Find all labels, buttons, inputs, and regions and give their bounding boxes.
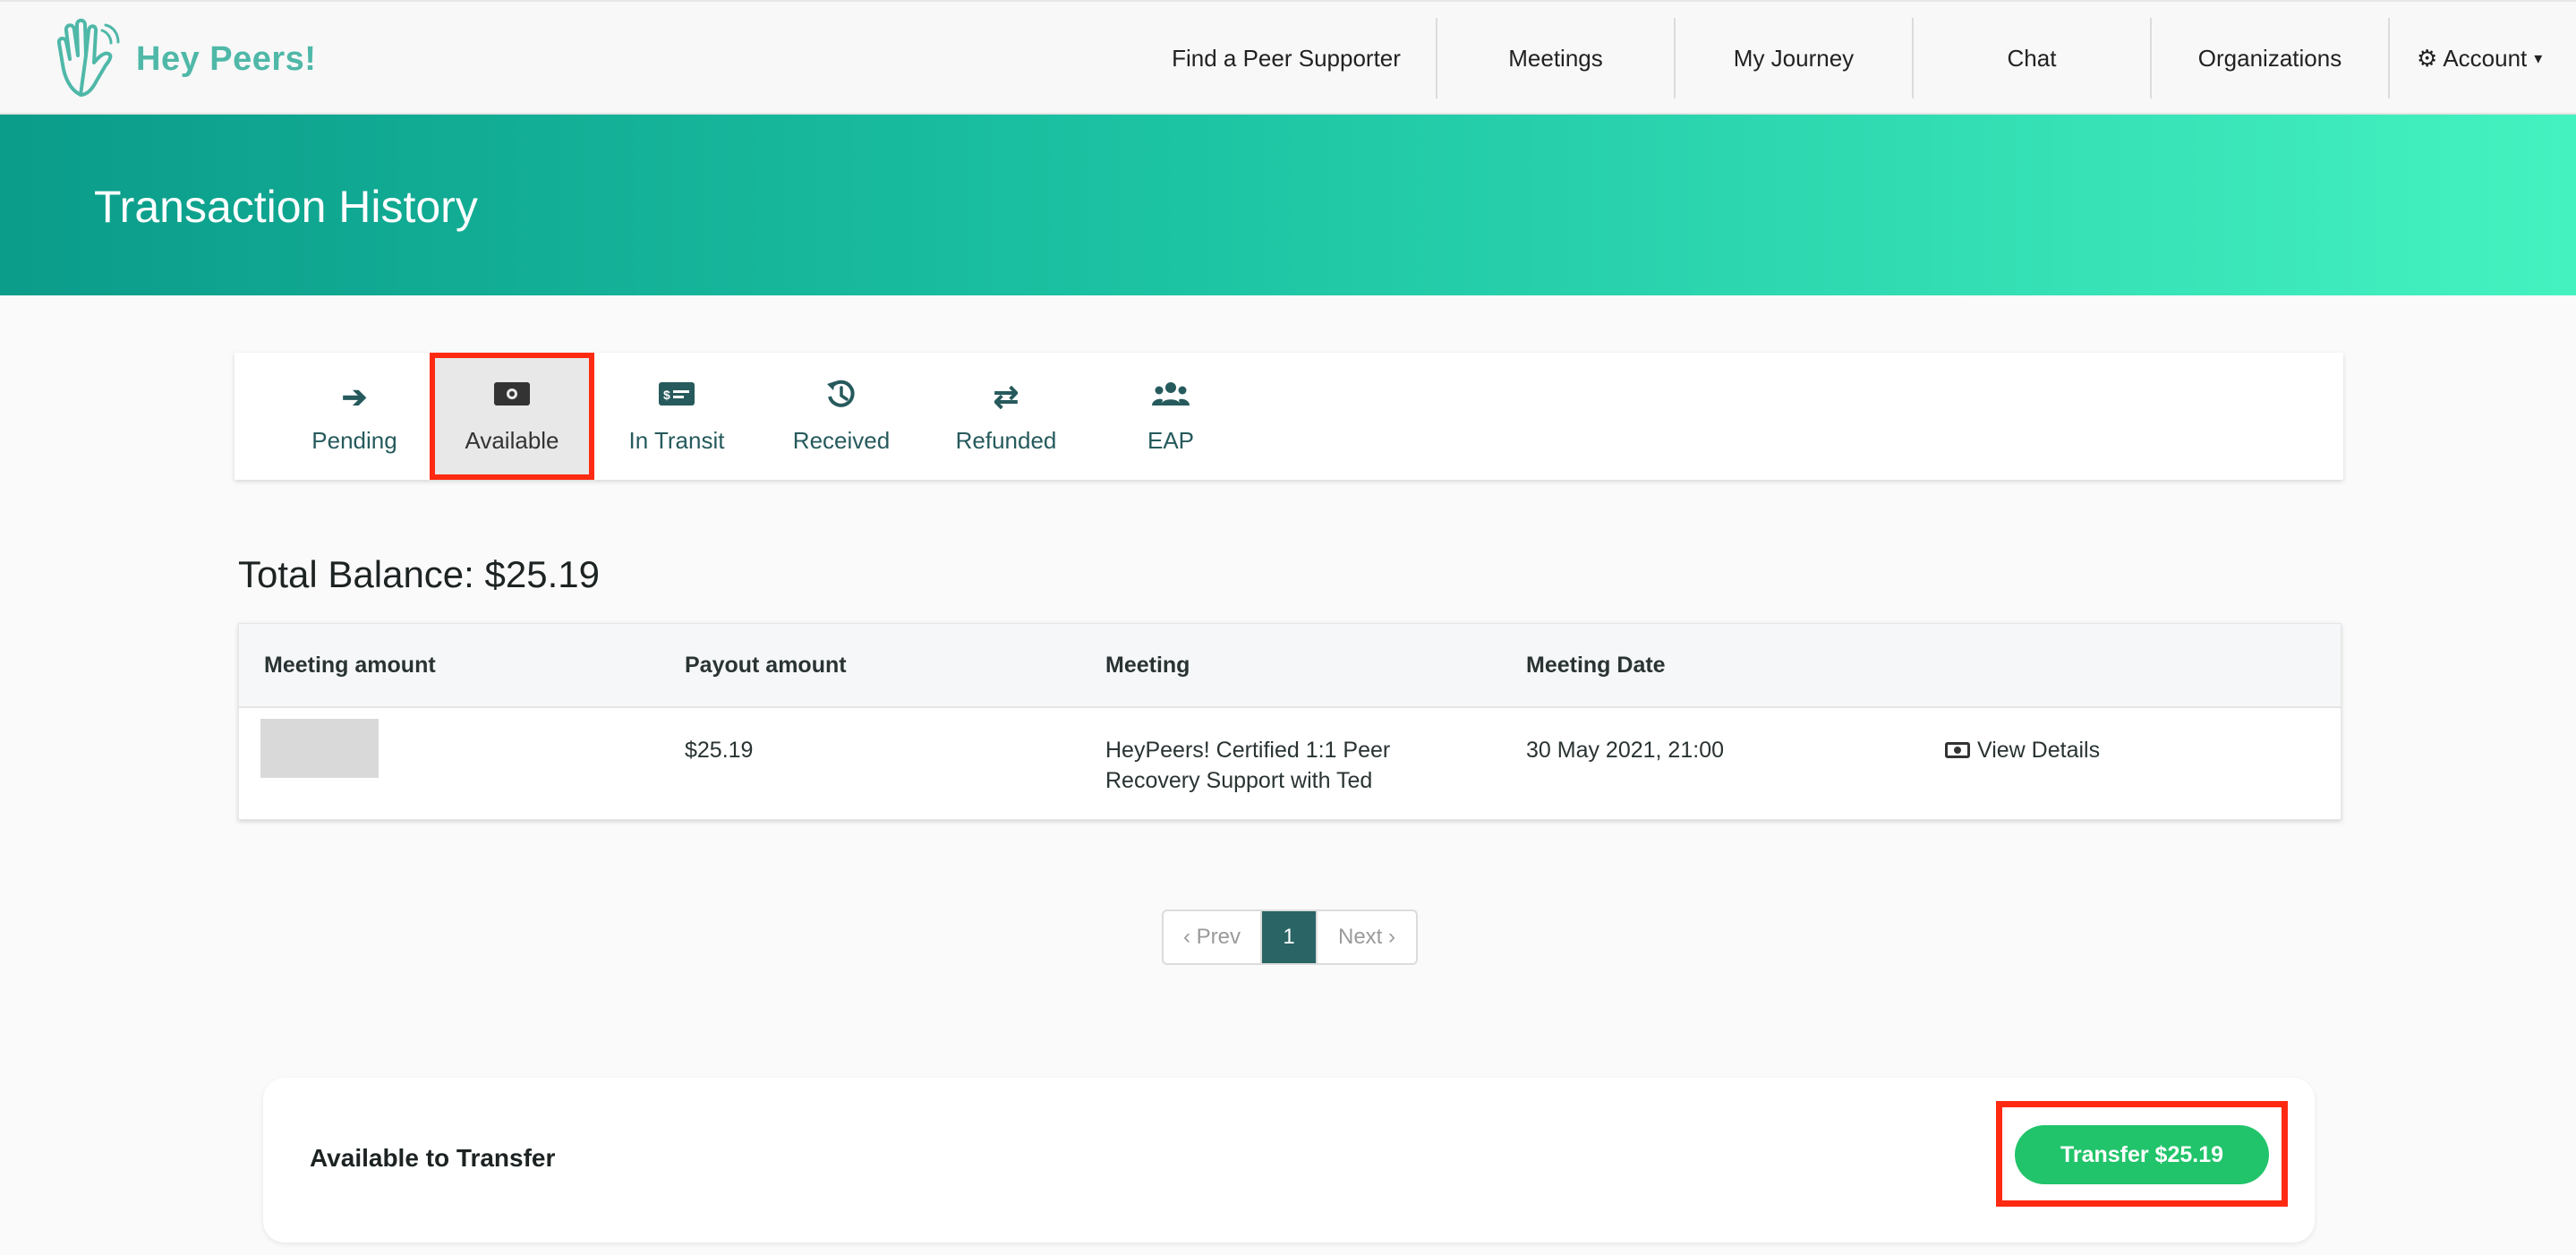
view-details-link[interactable]: View Details (1945, 735, 2100, 765)
nav-account-dropdown[interactable]: ⚙ Account ▾ (2390, 18, 2560, 98)
money-check-icon: $ (657, 379, 696, 416)
users-icon (1151, 379, 1190, 416)
meeting-cell-line1: HeyPeers! Certified 1:1 Peer (1105, 738, 1391, 763)
current-page-button[interactable]: 1 (1262, 911, 1316, 963)
arrow-right-icon: ➔ (341, 380, 368, 414)
gears-icon: ⚙ (2417, 44, 2438, 72)
page-title: Transaction History (94, 182, 478, 232)
available-to-transfer-label: Available to Transfer (310, 1144, 556, 1172)
tab-received-label: Received (792, 426, 891, 454)
nav-my-journey[interactable]: My Journey (1676, 18, 1914, 98)
transaction-tabs: ➔ Pending Available $ In Transit Receive… (235, 353, 2343, 480)
page-header-banner: Transaction History (0, 115, 2576, 295)
pagination: ‹ Prev 1 Next › (1162, 909, 1418, 965)
col-payout-amount: Payout amount (685, 653, 847, 678)
tab-eap-label: EAP (1147, 426, 1195, 454)
view-details-label: View Details (1977, 738, 2101, 763)
history-icon (825, 379, 857, 416)
brand-name: Hey Peers! (136, 39, 317, 78)
table-header: Meeting amount Payout amount Meeting Mee… (239, 624, 2341, 708)
money-bill-icon (1945, 742, 1970, 758)
redacted-meeting-amount (260, 719, 379, 778)
next-page-button[interactable]: Next › (1316, 911, 1416, 963)
tab-refunded-label: Refunded (955, 426, 1057, 454)
nav-find-peer-supporter[interactable]: Find a Peer Supporter (1137, 18, 1437, 98)
meeting-cell: HeyPeers! Certified 1:1 Peer Recovery Su… (1105, 735, 1390, 796)
meeting-cell-line2: Recovery Support with Ted (1105, 768, 1373, 793)
nav-organizations[interactable]: Organizations (2152, 18, 2390, 98)
account-label: Account (2443, 44, 2528, 72)
total-balance: Total Balance: $25.19 (238, 553, 600, 595)
money-bill-icon (492, 379, 532, 416)
payout-amount-cell: $25.19 (685, 738, 754, 763)
transfer-highlight: Transfer $25.19 (1996, 1101, 2288, 1207)
tab-pending-label: Pending (311, 426, 397, 454)
tab-available-label: Available (465, 426, 559, 454)
main-nav: Find a Peer Supporter Meetings My Journe… (1137, 18, 2560, 98)
meeting-date-cell: 30 May 2021, 21:00 (1526, 738, 1724, 763)
col-meeting-date: Meeting Date (1526, 653, 1666, 678)
prev-page-button[interactable]: ‹ Prev (1164, 911, 1262, 963)
tab-received[interactable]: Received (759, 353, 924, 480)
tab-eap[interactable]: EAP (1088, 353, 1253, 480)
tab-available[interactable]: Available (430, 353, 594, 480)
svg-text:$: $ (663, 388, 670, 402)
tab-pending[interactable]: ➔ Pending (272, 353, 437, 480)
waving-hand-icon (56, 18, 120, 97)
transfer-button[interactable]: Transfer $25.19 (2015, 1125, 2269, 1184)
tab-in-transit-label: In Transit (628, 426, 725, 454)
hey-peers-logo[interactable]: Hey Peers! (54, 18, 316, 100)
col-meeting-amount: Meeting amount (264, 653, 436, 678)
tab-refunded[interactable]: ⇄ Refunded (924, 353, 1088, 480)
exchange-icon: ⇄ (993, 380, 1019, 414)
col-meeting: Meeting (1105, 653, 1190, 678)
tab-in-transit[interactable]: $ In Transit (594, 353, 759, 480)
nav-chat[interactable]: Chat (1914, 18, 2152, 98)
top-navbar: Hey Peers! Find a Peer Supporter Meeting… (0, 0, 2576, 115)
transfer-panel: Available to Transfer Transfer $25.19 (263, 1078, 2315, 1242)
nav-meetings[interactable]: Meetings (1437, 18, 1676, 98)
transactions-table: Meeting amount Payout amount Meeting Mee… (238, 623, 2341, 820)
caret-down-icon: ▾ (2534, 48, 2543, 67)
